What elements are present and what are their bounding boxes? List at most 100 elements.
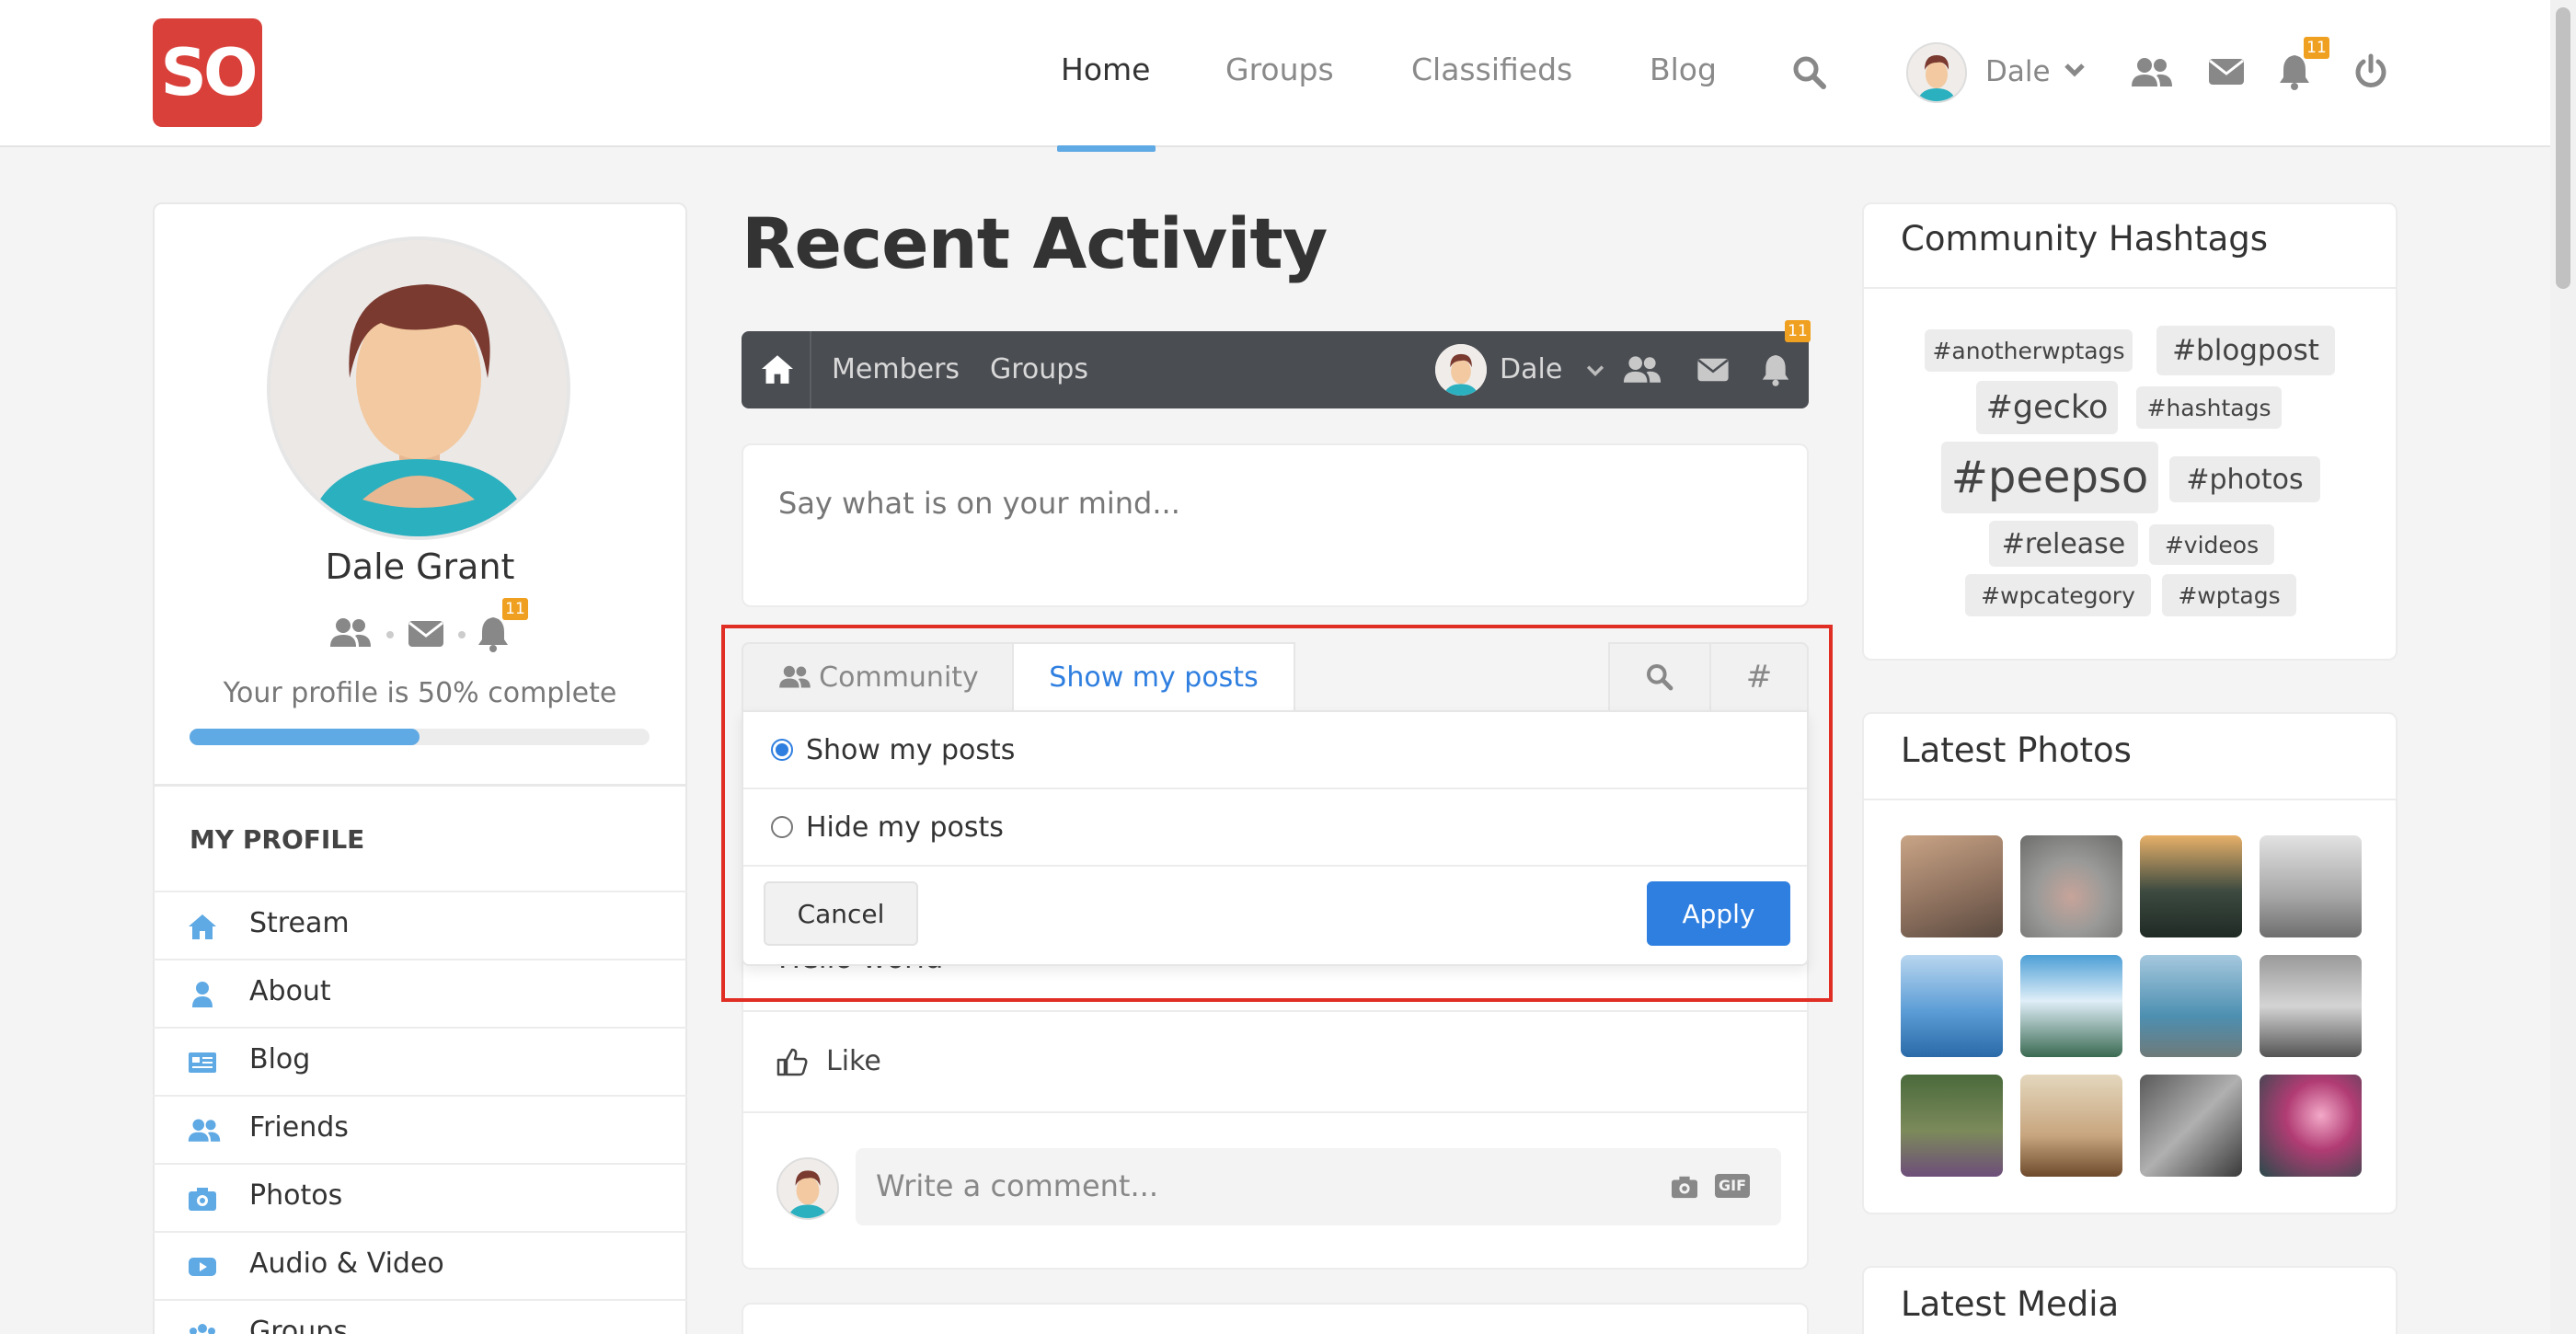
menu-item-about[interactable]: About <box>153 959 687 1027</box>
widget-divider <box>1864 287 2396 289</box>
menu-item-groups[interactable]: Groups <box>153 1299 687 1334</box>
menu-item-stream[interactable]: Stream <box>153 891 687 959</box>
hashtag[interactable]: #blogpost <box>2156 326 2335 375</box>
search-icon[interactable] <box>1791 54 1828 91</box>
hashtags-title: Community Hashtags <box>1901 219 2269 259</box>
composer-placeholder: Say what is on your mind... <box>778 486 1180 521</box>
post-composer[interactable]: Say what is on your mind... <box>742 443 1809 607</box>
photo-thumbnail[interactable] <box>1901 1075 2003 1177</box>
profile-avatar[interactable] <box>267 236 570 540</box>
photo-thumbnail[interactable] <box>2260 835 2362 937</box>
subnav-user-name[interactable]: Dale <box>1500 353 1562 385</box>
logo-text: SO <box>160 35 259 110</box>
menu-item-audio-video[interactable]: Audio & Video <box>153 1231 687 1299</box>
photo-thumbnail[interactable] <box>2260 955 2362 1057</box>
page-title: Recent Activity <box>742 202 1328 284</box>
power-icon[interactable] <box>2353 53 2388 90</box>
latest-photos-title: Latest Photos <box>1901 730 2132 770</box>
scrollbar-thumb[interactable] <box>2556 7 2570 289</box>
profile-friends-icon[interactable] <box>329 617 372 649</box>
subnav-notification-badge: 11 <box>1785 320 1811 342</box>
photo-thumbnail[interactable] <box>2020 955 2122 1057</box>
profile-progress-bar <box>190 729 650 745</box>
messages-icon[interactable] <box>1696 357 1730 383</box>
menu-item-photos[interactable]: Photos <box>153 1163 687 1231</box>
subnav-groups[interactable]: Groups <box>990 353 1088 385</box>
profile-name[interactable]: Dale Grant <box>153 546 687 587</box>
blog-icon <box>188 1049 217 1076</box>
top-navigation-bar: SO Home Groups Classifieds Blog Dale 11 <box>0 0 2576 152</box>
photo-thumbnail[interactable] <box>2140 1075 2242 1177</box>
menu-item-friends[interactable]: Friends <box>153 1095 687 1163</box>
photo-thumbnail[interactable] <box>2140 835 2242 937</box>
photo-thumbnail[interactable] <box>2020 1075 2122 1177</box>
hashtag[interactable]: #release <box>1989 521 2138 567</box>
hashtag[interactable]: #peepso <box>1941 442 2158 513</box>
menu-label: Friends <box>249 1111 349 1144</box>
menu-label: Photos <box>249 1179 343 1212</box>
camera-icon <box>188 1185 217 1213</box>
widget-divider <box>1864 799 2396 800</box>
hashtag[interactable]: #anotherwptags <box>1925 329 2133 372</box>
friends-icon[interactable] <box>2131 57 2173 88</box>
nav-home[interactable]: Home <box>1061 52 1150 87</box>
profile-divider <box>153 784 687 787</box>
profile-messages-icon[interactable] <box>408 619 444 649</box>
like-label[interactable]: Like <box>826 1045 881 1077</box>
header-avatar[interactable] <box>1906 42 1967 103</box>
photo-thumbnail[interactable] <box>2260 1075 2362 1177</box>
nav-groups[interactable]: Groups <box>1225 52 1334 87</box>
hashtag[interactable]: #hashtags <box>2136 386 2282 429</box>
notification-badge: 11 <box>2304 37 2329 59</box>
active-nav-indicator <box>1057 145 1156 152</box>
page-scrollbar[interactable] <box>2550 0 2576 1334</box>
profile-progress-fill <box>190 729 420 745</box>
home-icon[interactable] <box>760 353 795 385</box>
hashtag[interactable]: #wpcategory <box>1965 574 2151 616</box>
subnav-avatar[interactable] <box>1435 344 1487 396</box>
friends-icon[interactable] <box>1623 355 1662 385</box>
header-user-name[interactable]: Dale <box>1985 55 2051 88</box>
gif-icon[interactable]: GIF <box>1715 1174 1750 1198</box>
video-icon <box>188 1253 217 1281</box>
photo-thumbnail[interactable] <box>1901 955 2003 1057</box>
hashtag[interactable]: #videos <box>2149 524 2274 565</box>
hashtag[interactable]: #photos <box>2169 456 2320 502</box>
post-divider <box>743 1111 1807 1113</box>
profile-notifications-icon[interactable] <box>477 615 510 652</box>
nav-classifieds[interactable]: Classifieds <box>1411 52 1572 87</box>
subnav-members[interactable]: Members <box>832 353 960 385</box>
menu-label: Groups <box>249 1316 348 1334</box>
home-icon <box>188 913 217 940</box>
comment-input[interactable]: Write a comment... GIF <box>856 1148 1781 1225</box>
messages-icon[interactable] <box>2208 57 2245 86</box>
menu-label: Blog <box>249 1043 311 1075</box>
like-icon[interactable] <box>776 1047 808 1076</box>
hashtag[interactable]: #gecko <box>1976 381 2118 434</box>
photo-thumbnail[interactable] <box>1901 835 2003 937</box>
latest-media-title: Latest Media <box>1901 1284 2120 1324</box>
friends-icon <box>188 1117 221 1144</box>
photo-thumbnail[interactable] <box>2140 955 2242 1057</box>
menu-item-blog[interactable]: Blog <box>153 1027 687 1095</box>
groups-icon <box>188 1321 217 1334</box>
separator-dot <box>458 631 466 638</box>
post-divider <box>743 1010 1807 1012</box>
profile-completion-text: Your profile is 50% complete <box>223 677 617 709</box>
camera-icon[interactable] <box>1669 1174 1700 1200</box>
subnav-divider <box>810 331 811 408</box>
chevron-down-icon[interactable] <box>2064 63 2085 77</box>
chevron-down-icon[interactable] <box>1586 364 1604 377</box>
notifications-bell-icon[interactable] <box>2278 53 2311 90</box>
next-post-card <box>742 1303 1809 1334</box>
comment-placeholder: Write a comment... <box>876 1168 1158 1203</box>
hashtag[interactable]: #wptags <box>2162 574 2296 616</box>
site-logo[interactable]: SO <box>153 18 262 127</box>
menu-label: Stream <box>249 907 350 939</box>
my-profile-heading: MY PROFILE <box>190 824 365 855</box>
comment-avatar[interactable] <box>776 1157 839 1220</box>
notifications-bell-icon[interactable] <box>1761 353 1790 386</box>
separator-dot <box>386 631 394 638</box>
nav-blog[interactable]: Blog <box>1650 52 1717 87</box>
photo-thumbnail[interactable] <box>2020 835 2122 937</box>
